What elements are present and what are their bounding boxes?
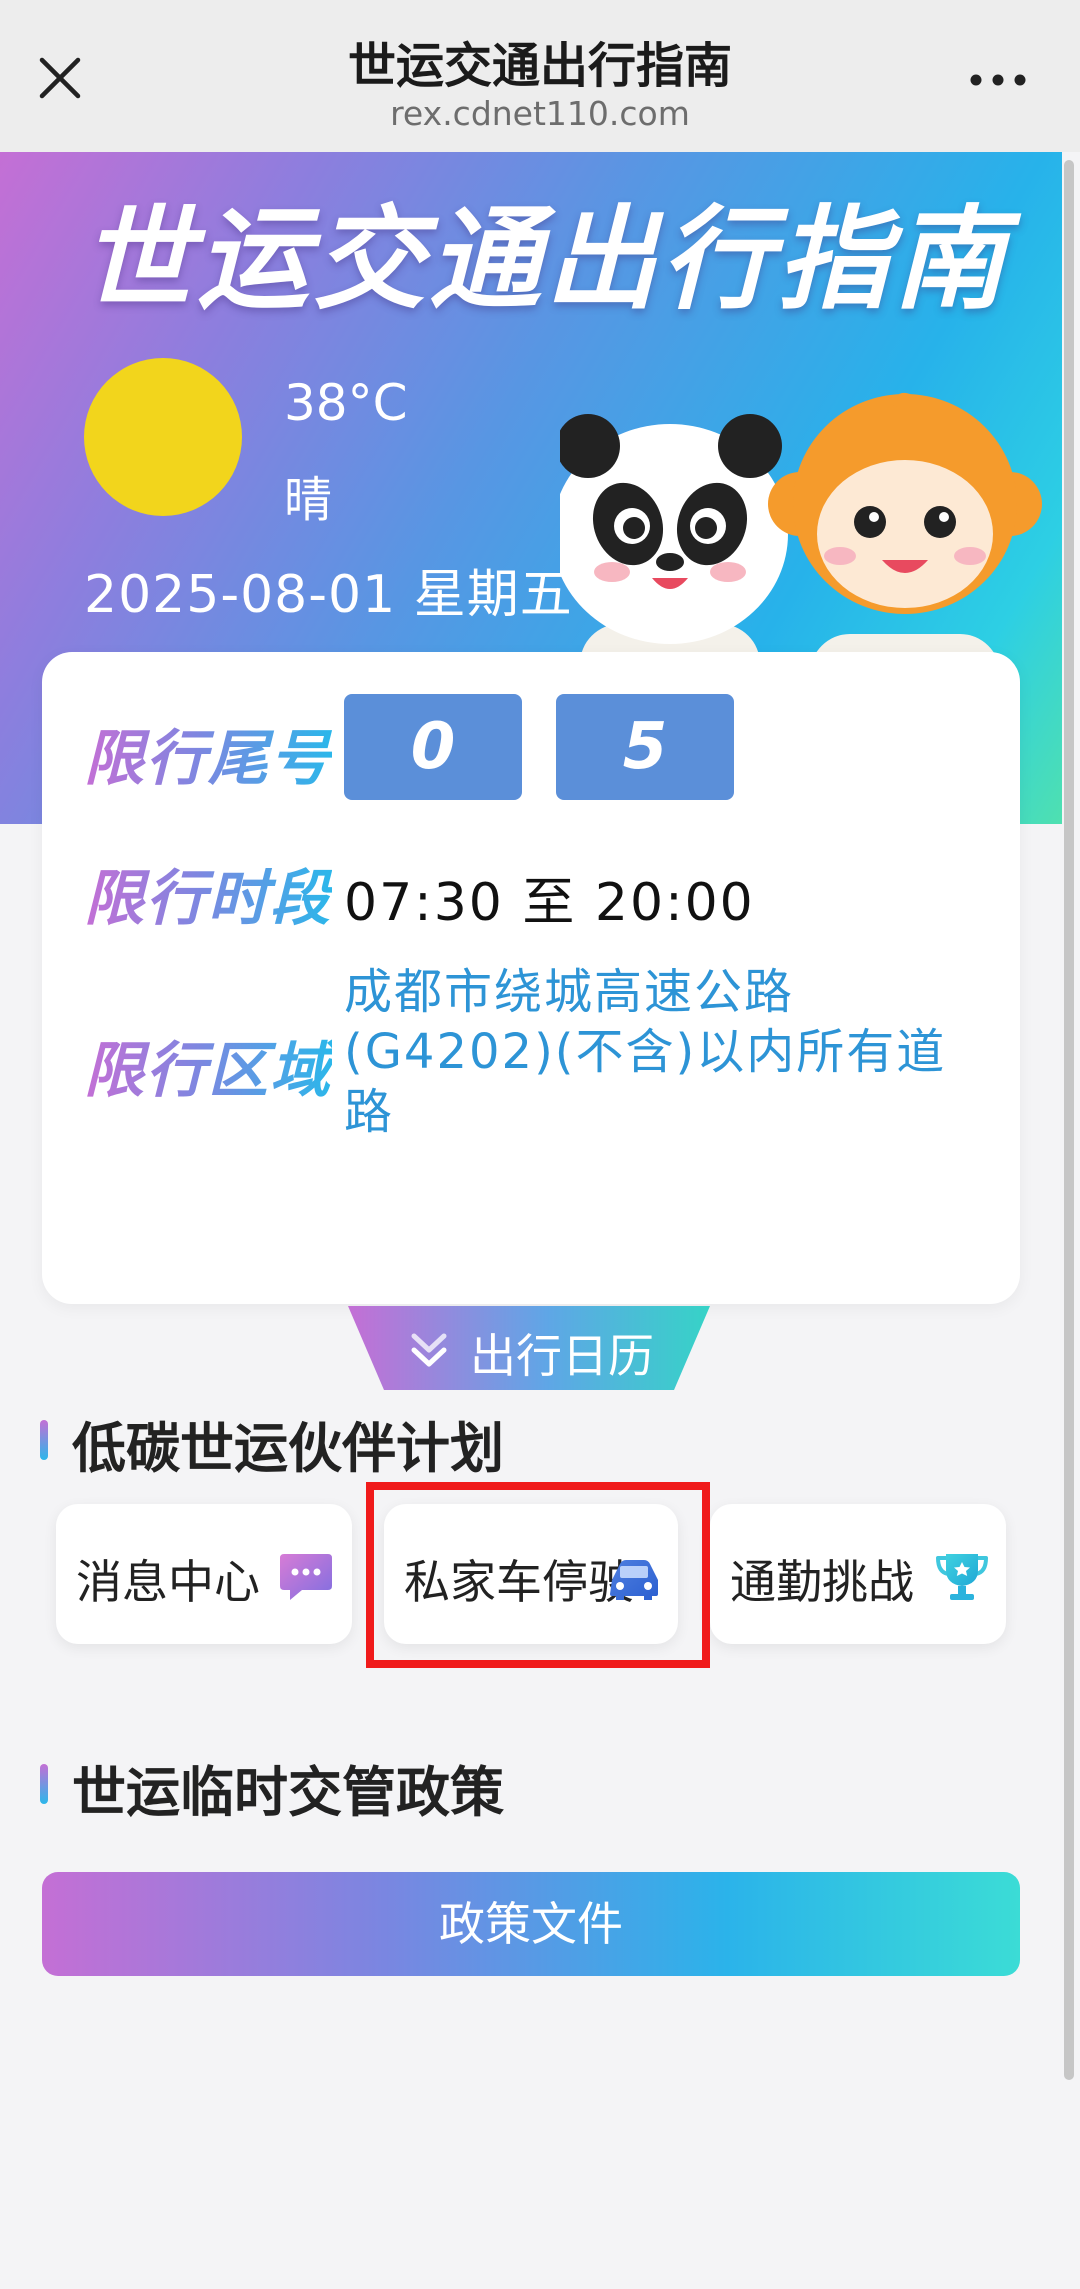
time-period-label: 限行时段 [84, 850, 332, 937]
current-date: 2025-08-01 星期五 [84, 565, 573, 625]
policy-documents-button[interactable]: 政策文件 [42, 1872, 1020, 1976]
section-accent-bar [40, 1764, 48, 1804]
trophy-icon [936, 1554, 988, 1600]
highlight-box [366, 1482, 710, 1668]
travel-calendar-label: 出行日历 [470, 1329, 654, 1383]
message-icon [280, 1554, 332, 1600]
restricted-digit: 5 [556, 694, 734, 800]
hero-title: 世运交通出行指南 [81, 195, 1009, 325]
message-center-label: 消息中心 [76, 1555, 260, 1609]
time-period-value: 07:30 至 20:00 [344, 873, 755, 933]
travel-calendar-button[interactable]: 出行日历 [348, 1306, 710, 1390]
area-label: 限行区域 [84, 1022, 332, 1109]
page-url: rex.cdnet110.com [390, 94, 690, 133]
more-options-icon[interactable] [962, 54, 1034, 102]
traffic-policy-title: 世运临时交管政策 [72, 1761, 504, 1824]
top-nav-bar: 世运交通出行指南 rex.cdnet110.com [0, 0, 1080, 152]
weather-condition: 晴 [284, 472, 333, 528]
page-title: 世运交通出行指南 [347, 38, 732, 94]
area-value: 成都市绕城高速公路(G4202)(不含)以内所有道路 [344, 964, 947, 1140]
commute-challenge-label: 通勤挑战 [730, 1555, 914, 1609]
section-accent-bar [40, 1420, 48, 1460]
scrollbar[interactable] [1064, 160, 1074, 2080]
message-center-card[interactable]: 消息中心 [56, 1504, 352, 1644]
restricted-digit: 0 [344, 694, 522, 800]
chevron-down-icon [411, 1333, 447, 1367]
sun-icon [84, 358, 242, 516]
commute-challenge-card[interactable]: 通勤挑战 [710, 1504, 1006, 1644]
temperature: 38°C [284, 374, 408, 432]
partner-plan-title: 低碳世运伙伴计划 [72, 1417, 504, 1480]
tail-number-label: 限行尾号 [84, 710, 332, 797]
restriction-card: 限行尾号 0 5 限行时段 07:30 至 20:00 限行区域 成都市绕城高速… [42, 652, 1020, 1304]
